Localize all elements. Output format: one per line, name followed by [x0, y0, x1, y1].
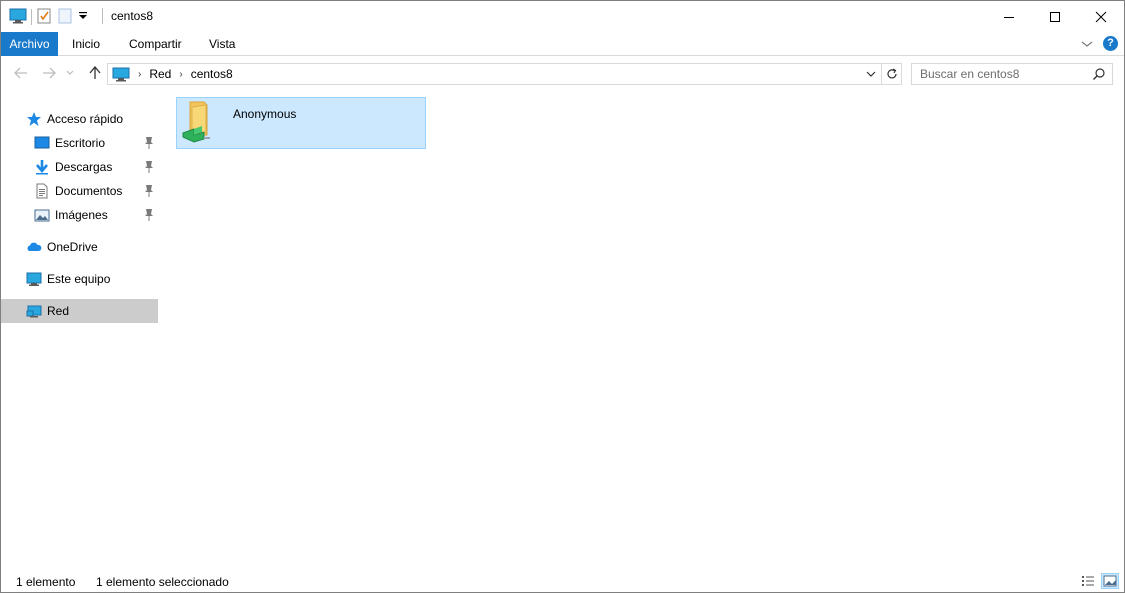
network-location-icon: [112, 66, 130, 82]
nav-item-label: Escritorio: [55, 136, 106, 150]
pin-icon[interactable]: [144, 208, 154, 222]
desktop-icon: [34, 135, 50, 151]
status-bar: 1 elemento 1 elemento seleccionado: [1, 571, 1124, 593]
nav-item-label: Este equipo: [47, 272, 111, 286]
breadcrumb-chevron-icon[interactable]: ›: [138, 69, 141, 80]
tiles-view-icon: [1103, 575, 1117, 587]
quick-access-toolbar: [9, 7, 88, 27]
nav-item-label: Imágenes: [55, 208, 108, 222]
back-button[interactable]: [11, 63, 31, 83]
help-icon[interactable]: ?: [1103, 36, 1118, 51]
folder-tile[interactable]: Anonymous: [176, 97, 426, 149]
nav-item-este-equipo[interactable]: Este equipo: [1, 267, 158, 291]
nav-item-imagenes[interactable]: Imágenes: [1, 203, 158, 227]
nav-item-onedrive[interactable]: OneDrive: [1, 235, 158, 259]
new-folder-icon[interactable]: [58, 8, 72, 27]
search-input[interactable]: [912, 64, 1087, 84]
nav-item-label: Descargas: [55, 160, 113, 174]
details-view-button[interactable]: [1079, 573, 1097, 589]
details-view-icon: [1082, 576, 1094, 586]
forward-button[interactable]: [39, 63, 59, 83]
nav-item-label: OneDrive: [47, 240, 98, 254]
file-list: Anonymous: [161, 91, 1123, 561]
pin-icon[interactable]: [144, 136, 154, 150]
maximize-button[interactable]: [1032, 1, 1078, 32]
minimize-button[interactable]: [986, 1, 1032, 32]
computer-icon: [26, 271, 42, 287]
nav-item-label: Red: [47, 304, 70, 318]
network-icon: [26, 303, 42, 319]
download-icon: [34, 159, 50, 175]
address-dropdown-icon[interactable]: [863, 66, 879, 82]
explorer-window: centos8 Archivo Inicio Compartir Vista ?: [0, 0, 1125, 593]
breadcrumb-red[interactable]: Red: [149, 67, 171, 81]
selection-count: 1 elemento seleccionado: [96, 575, 229, 589]
documents-icon: [34, 183, 50, 199]
computer-icon[interactable]: [9, 8, 27, 27]
search-icon[interactable]: [1092, 67, 1106, 81]
tab-vista[interactable]: Vista: [197, 32, 247, 56]
title-divider: [102, 8, 103, 24]
pin-icon[interactable]: [144, 160, 154, 174]
window-title: centos8: [111, 9, 154, 23]
tab-archivo[interactable]: Archivo: [1, 32, 58, 56]
nav-item-escritorio[interactable]: Escritorio: [1, 131, 158, 155]
tab-compartir[interactable]: Compartir: [117, 32, 194, 56]
nav-item-descargas[interactable]: Descargas: [1, 155, 158, 179]
navigation-pane: Acceso rápido Escritorio Descargas Docum…: [1, 99, 158, 559]
folder-name: Anonymous: [233, 107, 297, 121]
properties-icon[interactable]: [36, 7, 52, 28]
star-icon: [26, 111, 42, 127]
ribbon-tabs: Archivo Inicio Compartir Vista ?: [1, 32, 1124, 56]
cloud-icon: [26, 239, 42, 255]
expand-ribbon-icon[interactable]: [1081, 37, 1093, 51]
item-count: 1 elemento: [16, 575, 76, 589]
nav-item-red[interactable]: Red: [1, 299, 158, 323]
pin-icon[interactable]: [144, 184, 154, 198]
breadcrumb-centos8[interactable]: centos8: [191, 67, 233, 81]
tiles-view-button[interactable]: [1101, 573, 1119, 589]
nav-item-label: Documentos: [55, 184, 123, 198]
breadcrumb-chevron-icon[interactable]: ›: [179, 69, 182, 80]
navigation-bar: › Red › centos8: [1, 59, 1124, 87]
nav-item-acceso-rapido[interactable]: Acceso rápido: [1, 107, 158, 131]
close-button[interactable]: [1078, 1, 1124, 32]
up-button[interactable]: [85, 63, 105, 83]
search-box[interactable]: [911, 63, 1113, 85]
qat-dropdown-icon[interactable]: [78, 10, 88, 24]
refresh-button[interactable]: [882, 63, 902, 85]
address-bar[interactable]: › Red › centos8: [107, 63, 882, 85]
pictures-icon: [34, 207, 50, 223]
refresh-icon: [886, 68, 897, 79]
nav-item-label: Acceso rápido: [47, 112, 124, 126]
recent-locations-button[interactable]: [63, 63, 77, 83]
ribbon-controls: ?: [1081, 36, 1118, 51]
nav-item-documentos[interactable]: Documentos: [1, 179, 158, 203]
shared-folder-icon: [180, 99, 220, 147]
title-bar: centos8: [1, 1, 1124, 32]
tab-inicio[interactable]: Inicio: [60, 32, 112, 56]
toolbar-separator: [31, 9, 32, 25]
